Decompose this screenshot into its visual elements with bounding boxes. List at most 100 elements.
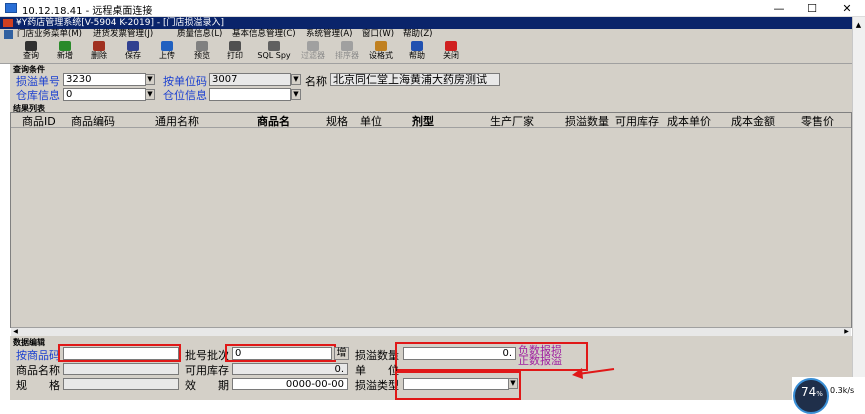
- toolbar-button-11[interactable]: 设格式: [364, 41, 398, 63]
- spec-display: [63, 378, 179, 390]
- app-title: ¥Y药店管理系统[V-5904 K-2019] - [门店损溢录入]: [16, 18, 224, 28]
- col-manufacturer[interactable]: 生产厂家: [490, 113, 534, 129]
- close-app-icon: [445, 41, 457, 51]
- warehouse-select[interactable]: 0: [63, 88, 146, 101]
- preview-icon: [196, 41, 208, 51]
- toolbar-button-label: 关闭: [443, 51, 459, 60]
- add-icon: [59, 41, 71, 51]
- toolbar-button-label: 删除: [91, 51, 107, 60]
- product-code-label: 按商品码: [16, 349, 60, 362]
- add-button[interactable]: 增: [334, 347, 349, 360]
- col-product-code[interactable]: 商品编码: [71, 113, 115, 129]
- toolbar-button-4[interactable]: 保存: [116, 41, 150, 63]
- unit-label: 单 位: [355, 364, 399, 377]
- toolbar-button-10[interactable]: 排序器: [330, 41, 364, 63]
- menu-doc-icon: [4, 30, 13, 39]
- spec-label: 规 格: [16, 379, 60, 392]
- upload-icon: [161, 41, 173, 51]
- col-dosage-form[interactable]: 剂型: [412, 113, 434, 129]
- printer-icon: [229, 41, 241, 51]
- menu-quality-info[interactable]: 质量信息(L): [177, 29, 222, 40]
- toolbar-button-label: 帮助: [409, 51, 425, 60]
- col-available-stock[interactable]: 可用库存: [615, 113, 659, 129]
- save-icon: [127, 41, 139, 51]
- batch-label: 批号批次: [185, 349, 229, 362]
- menu-system[interactable]: 系统管理(A): [306, 29, 352, 40]
- warehouse-dropdown-icon[interactable]: ▼: [145, 89, 155, 100]
- results-grid[interactable]: [10, 112, 852, 328]
- scroll-left-arrow-icon[interactable]: ◀: [12, 328, 19, 335]
- help-icon: [411, 41, 423, 51]
- outer-vertical-scrollbar[interactable]: [852, 17, 865, 400]
- toolbar-button-label: 预览: [194, 51, 210, 60]
- toolbar-button-8[interactable]: SQL Spy: [257, 41, 291, 63]
- warehouse-label: 仓库信息: [16, 89, 60, 102]
- col-cost-amount[interactable]: 成本金额: [731, 113, 775, 129]
- col-generic-name[interactable]: 通用名称: [155, 113, 199, 129]
- results-horizontal-scrollbar[interactable]: [11, 327, 851, 336]
- toolbar-button-label: 新增: [57, 51, 73, 60]
- scroll-right-arrow-icon[interactable]: ▶: [843, 328, 850, 335]
- product-name-label: 商品名称: [16, 364, 60, 377]
- remote-desktop-title: 10.12.18.41 - 远程桌面连接: [22, 6, 153, 17]
- toolbar-button-13[interactable]: 关闭: [434, 41, 468, 63]
- col-product-id[interactable]: 商品ID: [22, 113, 56, 129]
- remote-desktop-icon: [5, 3, 17, 13]
- close-button[interactable]: ✕: [832, 1, 862, 16]
- name-display: 北京同仁堂上海黄浦大药房测试: [330, 73, 500, 86]
- location-dropdown-icon[interactable]: ▼: [291, 89, 301, 100]
- cpu-percent: 74%: [801, 385, 823, 399]
- filter-icon: [307, 41, 319, 51]
- loss-qty-highlight: [395, 342, 588, 371]
- col-unit[interactable]: 单位: [360, 113, 382, 129]
- loss-no-input[interactable]: 3230: [63, 73, 146, 86]
- menu-store-business[interactable]: 门店业务菜单(M): [17, 29, 82, 40]
- binoculars-icon: [25, 41, 37, 51]
- network-speed: 0.3k/s: [830, 386, 855, 395]
- maximize-button[interactable]: ☐: [797, 1, 827, 16]
- location-label: 仓位信息: [163, 89, 207, 102]
- stock-display: 0.: [232, 363, 348, 375]
- toolbar-button-12[interactable]: 帮助: [400, 41, 434, 63]
- minimize-button[interactable]: —: [764, 1, 794, 16]
- sort-icon: [341, 41, 353, 51]
- results-section-header: [10, 103, 852, 112]
- sql-icon: [268, 41, 280, 51]
- toolbar-button-label: 排序器: [335, 51, 359, 60]
- col-loss-qty[interactable]: 损溢数量: [565, 113, 609, 129]
- menu-window[interactable]: 窗口(W): [362, 29, 394, 40]
- name-label: 名称: [305, 75, 327, 88]
- col-product-name[interactable]: 商品名: [257, 113, 290, 129]
- menu-basic-info[interactable]: 基本信息管理(C): [232, 29, 296, 40]
- format-icon: [375, 41, 387, 51]
- col-retail-price[interactable]: 零售价: [801, 113, 834, 129]
- toolbar-button-6[interactable]: 预览: [185, 41, 219, 63]
- toolbar-button-3[interactable]: 删除: [82, 41, 116, 63]
- toolbar-button-label: 查询: [23, 51, 39, 60]
- batch-highlight: [225, 344, 336, 362]
- toolbar-button-2[interactable]: 新增: [48, 41, 82, 63]
- toolbar-button-7[interactable]: 打印: [218, 41, 252, 63]
- unit-code-input[interactable]: 3007: [209, 73, 291, 86]
- annotation-arrow-icon: [572, 368, 615, 379]
- menu-help[interactable]: 帮助(Z): [403, 29, 432, 40]
- delete-icon: [93, 41, 105, 51]
- toolbar-button-1[interactable]: 查询: [14, 41, 48, 63]
- toolbar-button-label: 设格式: [369, 51, 393, 60]
- location-select[interactable]: [209, 88, 291, 101]
- app-icon: [3, 19, 13, 27]
- toolbar-button-label: 保存: [125, 51, 141, 60]
- product-name-display: [63, 363, 179, 375]
- toolbar-button-9[interactable]: 过滤器: [296, 41, 330, 63]
- toolbar-button-label: SQL Spy: [257, 51, 291, 60]
- validity-input[interactable]: 0000-00-00: [232, 378, 348, 390]
- loss-type-label: 损溢类型: [355, 379, 399, 392]
- col-spec[interactable]: 规格: [326, 113, 348, 129]
- toolbar-button-label: 打印: [227, 51, 243, 60]
- col-cost-price[interactable]: 成本单价: [667, 113, 711, 129]
- toolbar-button-5[interactable]: 上传: [150, 41, 184, 63]
- menu-purchase-invoice[interactable]: 进货发票管理(J): [93, 29, 153, 40]
- unit-code-dropdown-icon[interactable]: ▼: [291, 74, 301, 85]
- loss-no-dropdown-icon[interactable]: ▼: [145, 74, 155, 85]
- scroll-up-arrow-icon[interactable]: ▲: [853, 19, 864, 31]
